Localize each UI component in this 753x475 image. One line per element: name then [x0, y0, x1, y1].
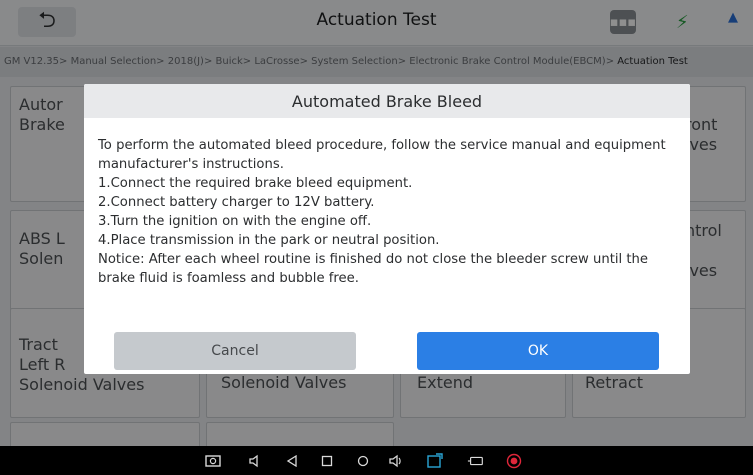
instruction-step-3: 3.Turn the ignition on with the engine o… — [98, 214, 372, 229]
home-icon[interactable] — [354, 452, 372, 470]
notice-text: Notice: After each wheel routine is fini… — [98, 252, 649, 286]
instruction-step-1: 1.Connect the required brake bleed equip… — [98, 176, 413, 191]
dialog-message: To perform the automated bleed procedure… — [84, 118, 690, 288]
instruction-step-4: 4.Place transmission in the park or neut… — [98, 233, 440, 248]
instruction-intro: To perform the automated bleed procedure… — [98, 138, 666, 172]
app-icon[interactable] — [426, 452, 444, 470]
cancel-button[interactable]: Cancel — [114, 332, 356, 370]
volume-down-icon[interactable] — [246, 452, 264, 470]
recent-apps-icon[interactable] — [318, 452, 336, 470]
screenshot-icon[interactable] — [204, 452, 222, 470]
system-nav-bar — [0, 446, 753, 475]
automated-brake-bleed-dialog: Automated Brake Bleed To perform the aut… — [84, 84, 690, 374]
app-screen: ⮌ Actuation Test ▪▪▪ ⚡ ▲ GM V12.35> Manu… — [0, 0, 753, 446]
ok-button[interactable]: OK — [417, 332, 659, 370]
dialog-title: Automated Brake Bleed — [84, 84, 690, 118]
record-icon[interactable] — [505, 452, 523, 470]
back-icon[interactable] — [283, 452, 301, 470]
vci-icon[interactable] — [467, 452, 485, 470]
instruction-step-2: 2.Connect battery charger to 12V battery… — [98, 195, 375, 210]
volume-up-icon[interactable] — [387, 452, 405, 470]
